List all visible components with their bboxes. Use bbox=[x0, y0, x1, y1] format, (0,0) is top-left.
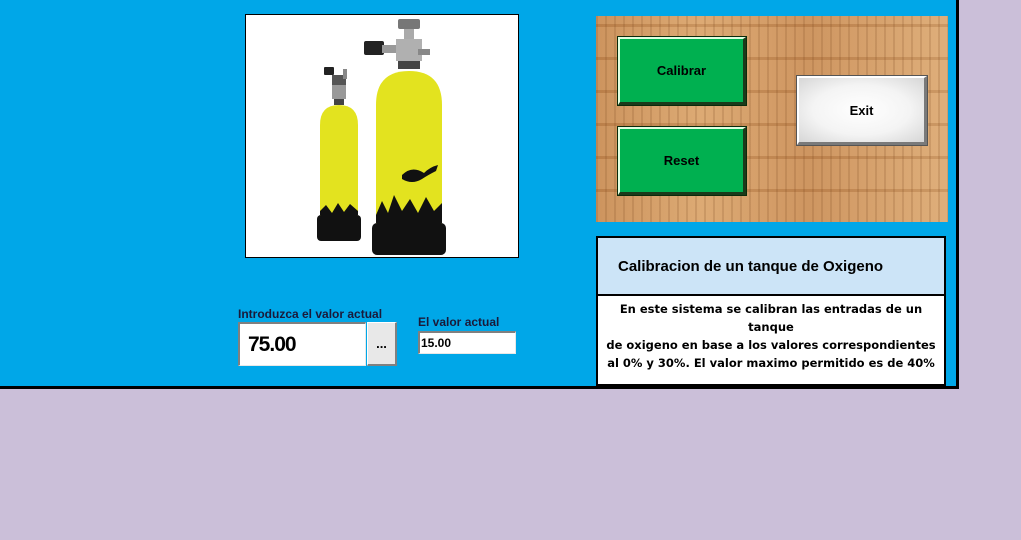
input-value-label: Introduzca el valor actual bbox=[238, 307, 383, 321]
current-value-field[interactable] bbox=[418, 331, 516, 354]
info-box: Calibracion de un tanque de Oxigeno En e… bbox=[596, 236, 946, 386]
main-panel: Calibrar Reset Exit Calibracion de un ta… bbox=[0, 0, 959, 389]
info-description-line: En este sistema se calibran las entradas… bbox=[619, 302, 923, 334]
browse-button[interactable]: ... bbox=[367, 322, 397, 366]
oxygen-tanks-icon bbox=[317, 19, 446, 255]
reset-button[interactable]: Reset bbox=[617, 126, 747, 196]
oxygen-tanks-image bbox=[245, 14, 519, 258]
info-description-line: al 0% y 30%. El valor maximo permitido e… bbox=[607, 356, 935, 370]
value-input[interactable] bbox=[238, 322, 366, 366]
small-tank bbox=[317, 67, 361, 241]
current-value-label: El valor actual bbox=[418, 315, 500, 329]
calibrate-button[interactable]: Calibrar bbox=[617, 36, 747, 106]
info-description: En este sistema se calibran las entradas… bbox=[598, 296, 944, 372]
button-area: Calibrar Reset Exit bbox=[596, 16, 948, 222]
info-title: Calibracion de un tanque de Oxigeno bbox=[598, 238, 944, 296]
info-description-line: de oxigeno en base a los valores corresp… bbox=[606, 338, 936, 352]
large-tank bbox=[364, 19, 446, 255]
exit-button[interactable]: Exit bbox=[796, 75, 928, 146]
